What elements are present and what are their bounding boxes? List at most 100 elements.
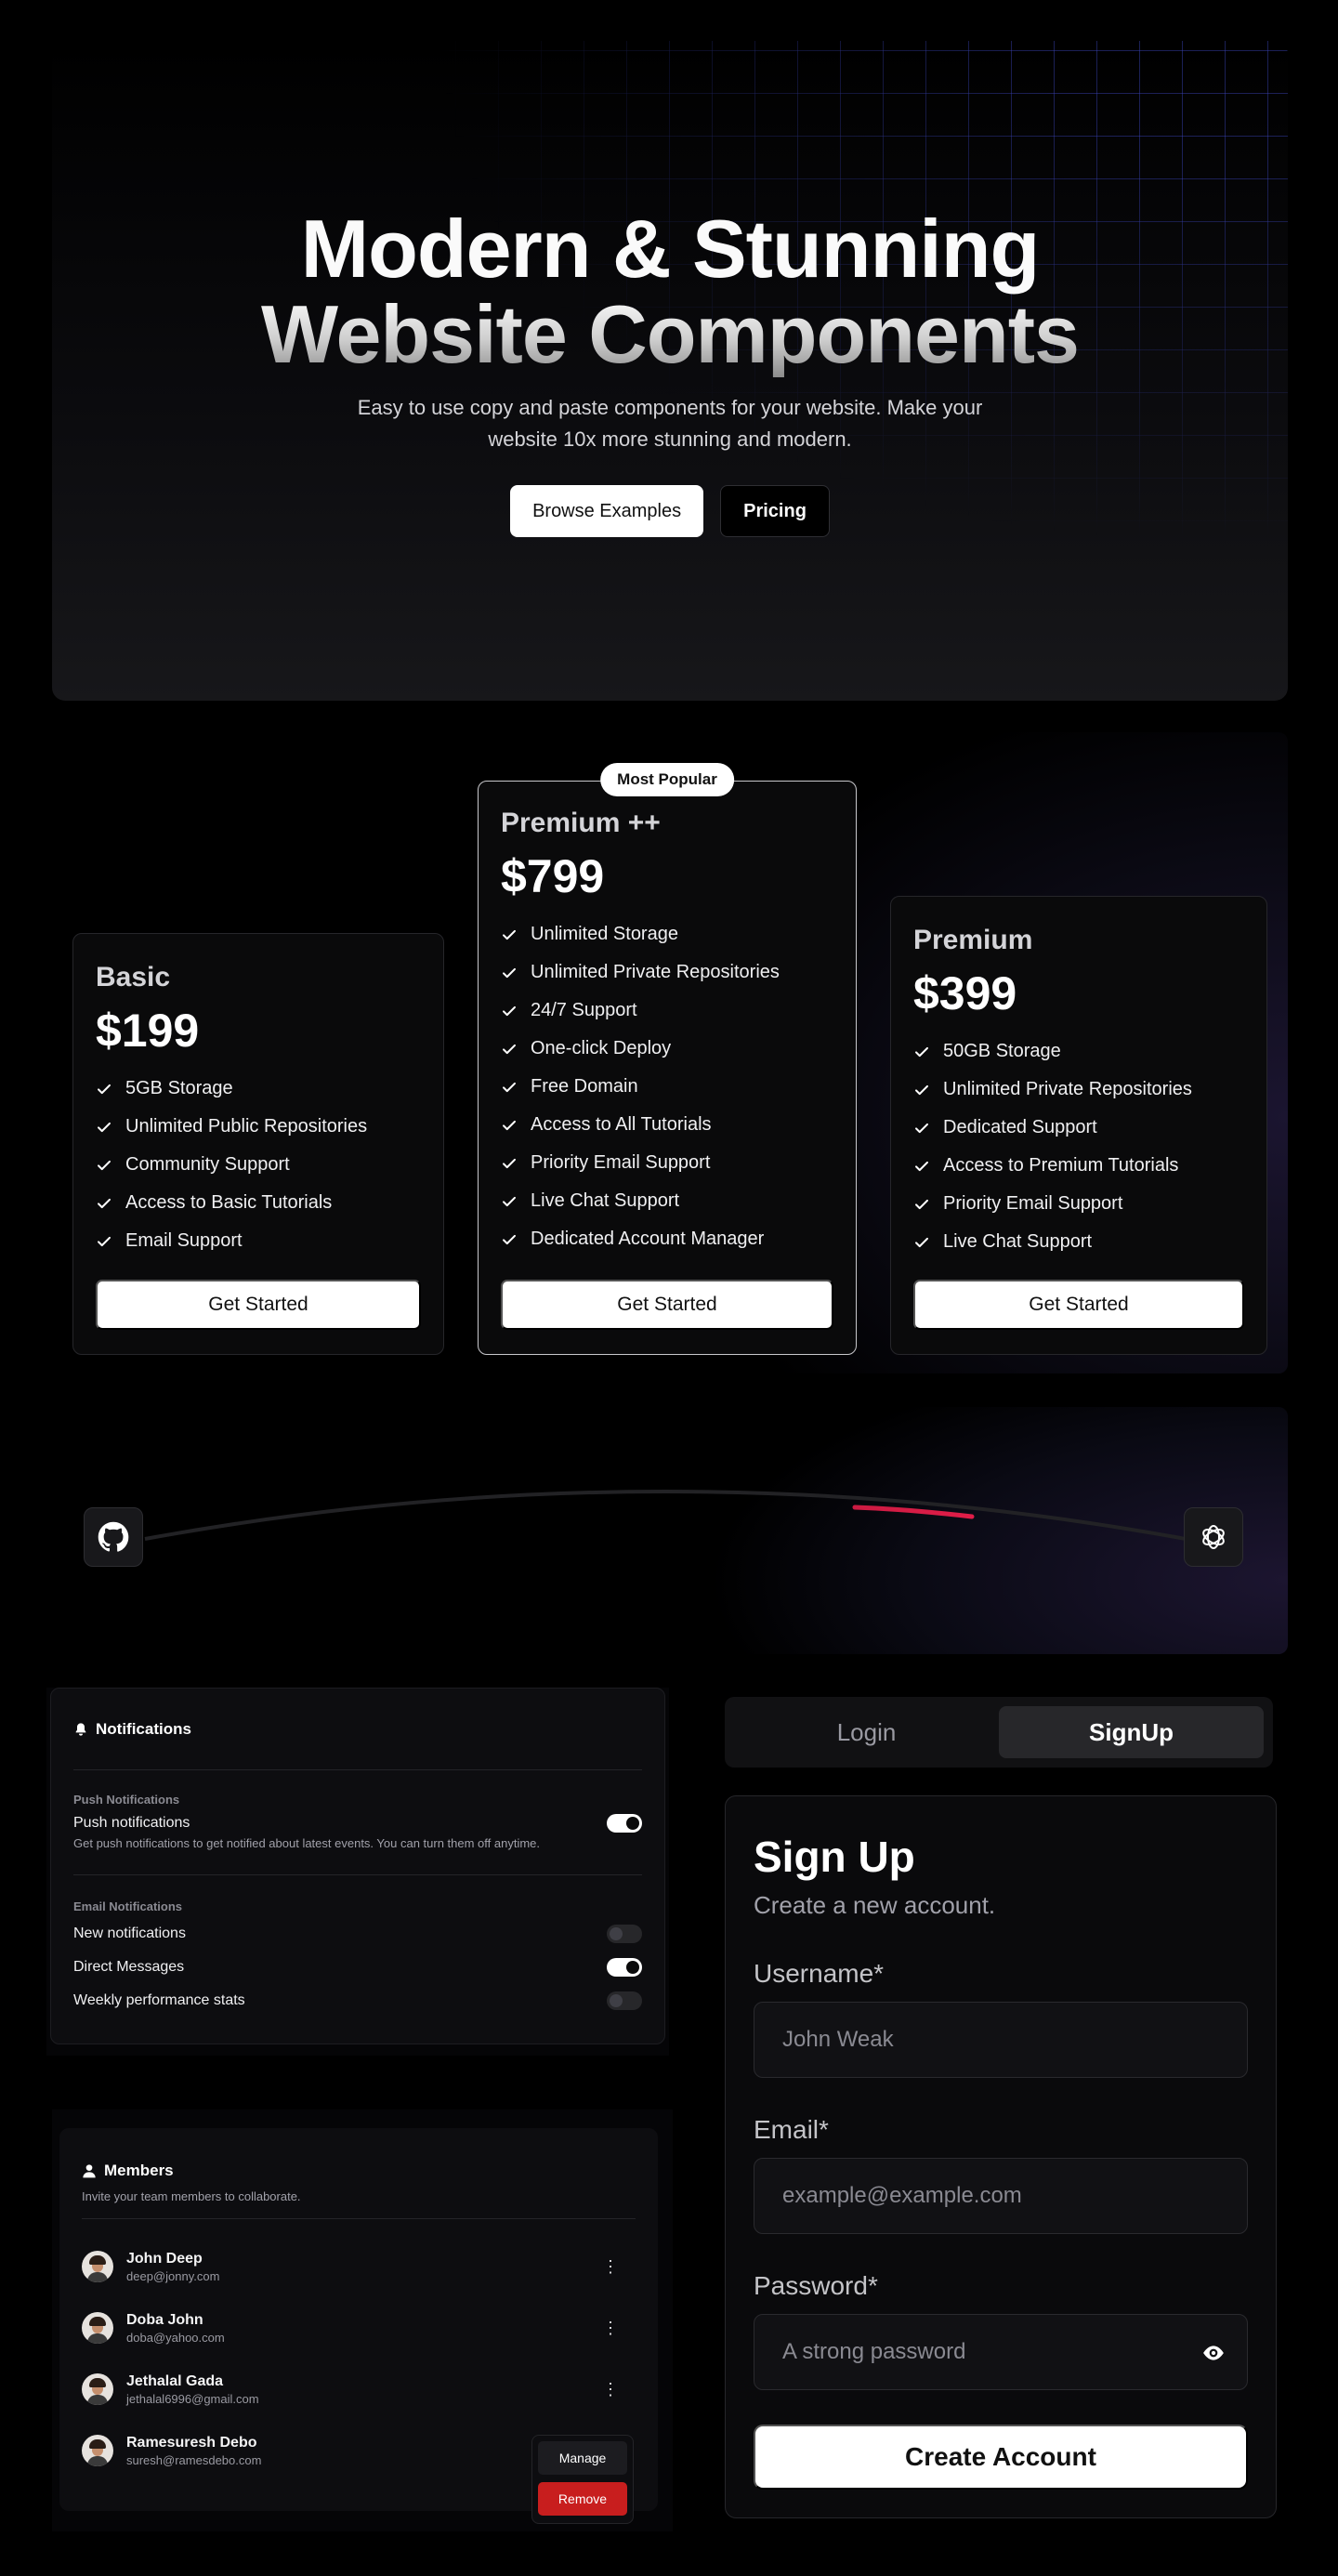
push-notifications-toggle[interactable]: [607, 1814, 642, 1833]
feature-item: Unlimited Storage: [501, 915, 833, 953]
feature-label: Unlimited Private Repositories: [531, 962, 780, 982]
feature-item: 50GB Storage: [913, 1032, 1244, 1071]
eye-icon[interactable]: [1200, 2341, 1226, 2365]
avatar: [82, 2312, 113, 2344]
feature-item: Community Support: [96, 1146, 421, 1184]
user-icon: [83, 2164, 96, 2178]
email-notification-row: New notifications: [73, 1917, 642, 1951]
member-actions-menu: Manage Remove: [531, 2435, 634, 2524]
plan-name: Basic: [96, 962, 171, 992]
hero-section: Modern & Stunning Website Components Eas…: [52, 41, 1288, 701]
get-started-button[interactable]: Get Started: [913, 1280, 1244, 1330]
check-icon: [503, 1196, 516, 1206]
email-input[interactable]: example@example.com: [754, 2158, 1248, 2234]
toggle-knob: [610, 1994, 623, 2007]
feature-label: Priority Email Support: [943, 1193, 1123, 1214]
check-icon: [503, 1082, 516, 1092]
feature-item: Access to All Tutorials: [501, 1106, 833, 1144]
notifications-header: Notifications: [73, 1689, 642, 1770]
feature-item: Unlimited Private Repositories: [501, 953, 833, 992]
feature-item: Email Support: [96, 1222, 421, 1260]
toggle-knob: [626, 1817, 639, 1830]
feature-item: Free Domain: [501, 1068, 833, 1106]
members-subtitle: Invite your team members to collaborate.: [82, 2189, 636, 2219]
feature-label: Live Chat Support: [531, 1190, 680, 1211]
avatar: [82, 2373, 113, 2405]
check-icon: [915, 1199, 928, 1209]
pricing-card-premium-plus: Most Popular Premium ++ $799 Unlimited S…: [478, 763, 857, 1355]
animated-beam-section: [52, 1407, 1288, 1654]
username-label: Username*: [754, 1959, 885, 1988]
email-notification-label: Weekly performance stats: [73, 1992, 245, 2008]
feature-label: Live Chat Support: [943, 1231, 1093, 1252]
notifications-panel-wrapper: Notifications Push Notifications Push no…: [46, 1688, 669, 2056]
plan-name: Premium ++: [501, 808, 661, 838]
tab-login[interactable]: Login: [734, 1706, 999, 1758]
feature-item: Unlimited Public Repositories: [96, 1108, 421, 1146]
feature-label: Dedicated Account Manager: [531, 1229, 765, 1249]
feature-item: 5GB Storage: [96, 1070, 421, 1108]
openai-icon: [1202, 1525, 1225, 1549]
manage-menu-item[interactable]: Manage: [538, 2441, 627, 2475]
pricing-button[interactable]: Pricing: [720, 485, 830, 537]
avatar: [82, 2251, 113, 2282]
password-input[interactable]: A strong password: [754, 2314, 1248, 2390]
email-notification-toggle[interactable]: [607, 1958, 642, 1977]
feature-list: Unlimited Storage Unlimited Private Repos…: [501, 915, 833, 1258]
member-name: John Deep: [126, 2250, 203, 2267]
feature-item: Live Chat Support: [501, 1182, 833, 1220]
feature-label: 5GB Storage: [125, 1078, 233, 1098]
members-panel-wrapper: Members Invite your team members to coll…: [52, 2109, 673, 2531]
check-icon: [503, 1120, 516, 1130]
plan-price: $199: [96, 1005, 200, 1057]
push-notifications-row: Push notifications: [73, 1807, 642, 1840]
remove-menu-item[interactable]: Remove: [538, 2482, 627, 2516]
member-name: Ramesuresh Debo: [126, 2434, 257, 2451]
hero-actions: Browse Examples Pricing: [52, 485, 1288, 537]
username-input[interactable]: John Weak: [754, 2002, 1248, 2078]
more-options-icon[interactable]: ⋮: [602, 2359, 619, 2420]
get-started-button[interactable]: Get Started: [96, 1280, 421, 1330]
feature-label: 24/7 Support: [531, 1000, 637, 1020]
feature-item: Dedicated Account Manager: [501, 1220, 833, 1258]
notifications-card: Notifications Push Notifications Push no…: [50, 1688, 665, 2044]
feature-label: Access to Premium Tutorials: [943, 1155, 1179, 1176]
feature-list: 50GB Storage Unlimited Private Repositori…: [913, 1032, 1244, 1261]
github-icon: [98, 1521, 129, 1552]
member-row: John Deep deep@jonny.com ⋮: [82, 2236, 636, 2297]
push-section-label: Push Notifications: [73, 1793, 180, 1807]
browse-examples-button[interactable]: Browse Examples: [510, 485, 704, 537]
beam-path: [144, 1490, 1187, 1541]
signup-title: Sign Up: [754, 1833, 915, 1881]
get-started-button[interactable]: Get Started: [501, 1280, 833, 1330]
email-notifications-list: New notifications Direct Messages Weekly p…: [73, 1917, 642, 2017]
openai-icon-box: [1184, 1507, 1243, 1567]
check-icon: [98, 1160, 111, 1170]
member-name: Doba John: [126, 2311, 203, 2328]
member-info: Jethalal Gada jethalal6996@gmail.com: [126, 2373, 259, 2406]
auth-tabs: Login SignUp: [725, 1697, 1273, 1768]
feature-item: Unlimited Private Repositories: [913, 1071, 1244, 1109]
feature-item: Dedicated Support: [913, 1109, 1244, 1147]
check-icon: [915, 1123, 928, 1133]
email-notification-label: New notifications: [73, 1925, 186, 1941]
member-name: Jethalal Gada: [126, 2372, 224, 2389]
feature-label: Unlimited Public Repositories: [125, 1116, 368, 1137]
bell-icon: [75, 1722, 86, 1736]
feature-item: Live Chat Support: [913, 1223, 1244, 1261]
members-card: Members Invite your team members to coll…: [59, 2128, 658, 2524]
more-options-icon[interactable]: ⋮: [602, 2297, 619, 2359]
email-notification-row: Direct Messages: [73, 1951, 642, 1984]
email-notification-toggle[interactable]: [607, 1925, 642, 1943]
check-icon: [915, 1161, 928, 1171]
email-label: Email*: [754, 2115, 829, 2144]
feature-item: One-click Deploy: [501, 1030, 833, 1068]
notifications-title: Notifications: [96, 1719, 191, 1738]
email-notification-toggle[interactable]: [607, 1991, 642, 2010]
tab-signup[interactable]: SignUp: [999, 1706, 1264, 1758]
create-account-button[interactable]: Create Account: [754, 2425, 1248, 2490]
pricing-card-premium: Premium $399 50GB Storage Unlimited Priva…: [890, 896, 1267, 1355]
more-options-icon[interactable]: ⋮: [602, 2236, 619, 2297]
plan-price: $399: [913, 967, 1017, 1019]
member-row: Doba John doba@yahoo.com ⋮: [82, 2297, 636, 2359]
